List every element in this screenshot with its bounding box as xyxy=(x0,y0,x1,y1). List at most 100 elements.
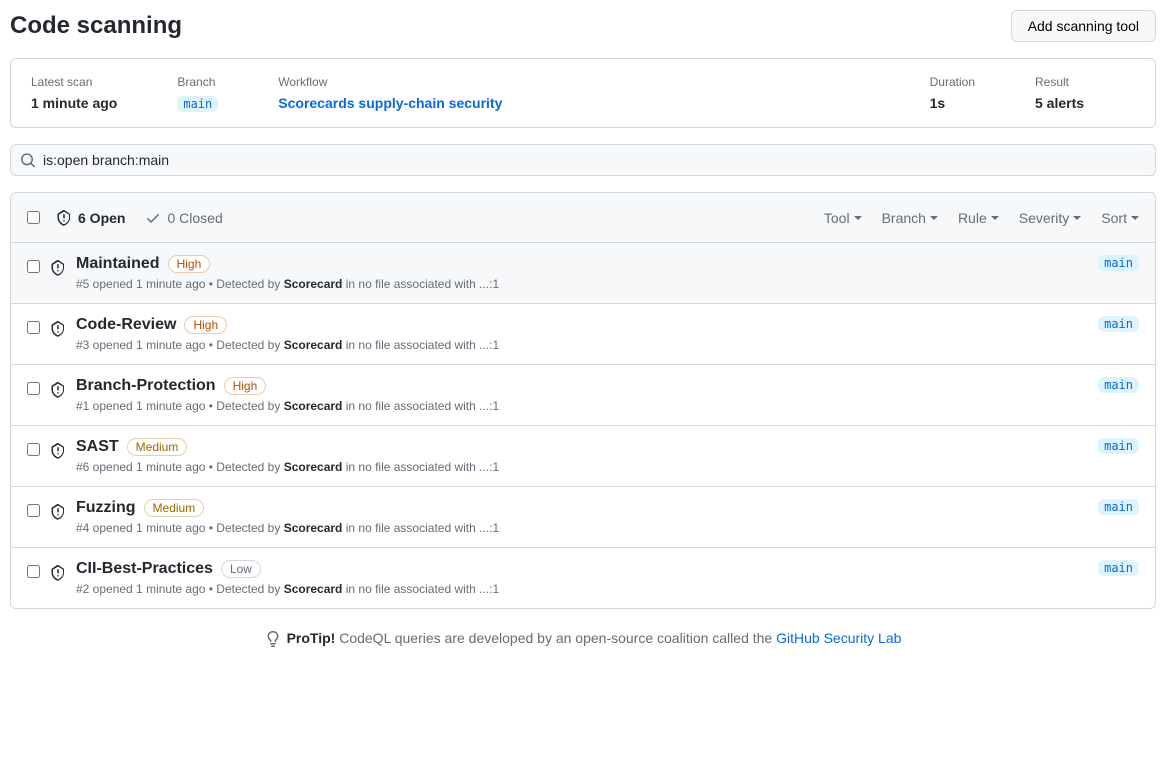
alert-branch-badge[interactable]: main xyxy=(1098,438,1139,454)
protip-text: CodeQL queries are developed by an open-… xyxy=(335,630,776,646)
list-header-left: 6 Open 0 Closed xyxy=(27,209,227,226)
caret-down-icon xyxy=(930,216,938,220)
severity-badge: Low xyxy=(221,560,261,578)
closed-tab[interactable]: 0 Closed xyxy=(141,209,226,226)
alert-row[interactable]: SAST Medium #6 opened 1 minute ago • Det… xyxy=(11,426,1155,487)
protip-link[interactable]: GitHub Security Lab xyxy=(776,630,901,646)
alert-meta: #6 opened 1 minute ago • Detected by Sco… xyxy=(76,460,1088,474)
shield-icon xyxy=(50,258,66,275)
shield-icon xyxy=(50,319,66,336)
alert-title-row: CII-Best-Practices Low xyxy=(76,560,1088,578)
alert-content: CII-Best-Practices Low #2 opened 1 minut… xyxy=(76,560,1088,596)
alert-row[interactable]: Maintained High #5 opened 1 minute ago •… xyxy=(11,243,1155,304)
alert-title-row: Code-Review High xyxy=(76,316,1088,334)
add-scanning-tool-button[interactable]: Add scanning tool xyxy=(1011,10,1156,42)
alert-title-row: Maintained High xyxy=(76,255,1088,273)
alert-checkbox[interactable] xyxy=(27,260,40,273)
alert-title[interactable]: SAST xyxy=(76,438,119,456)
closed-tab-label: 0 Closed xyxy=(167,210,222,226)
open-tab[interactable]: 6 Open xyxy=(52,209,129,226)
shield-alert-icon xyxy=(56,209,72,226)
workflow-link[interactable]: Scorecards supply-chain security xyxy=(278,95,869,111)
filter-branch[interactable]: Branch xyxy=(882,210,938,226)
alert-checkbox[interactable] xyxy=(27,382,40,395)
shield-icon xyxy=(50,380,66,397)
alert-checkbox[interactable] xyxy=(27,504,40,517)
alert-right: main xyxy=(1098,499,1139,515)
alert-branch-badge[interactable]: main xyxy=(1098,316,1139,332)
summary-workflow: Workflow Scorecards supply-chain securit… xyxy=(278,75,869,111)
duration-value: 1s xyxy=(930,95,975,111)
branch-value-badge[interactable]: main xyxy=(177,96,218,112)
alert-checkbox[interactable] xyxy=(27,321,40,334)
severity-badge: High xyxy=(184,316,227,334)
select-all-checkbox[interactable] xyxy=(27,211,40,224)
alert-branch-badge[interactable]: main xyxy=(1098,499,1139,515)
caret-down-icon xyxy=(854,216,862,220)
latest-scan-value: 1 minute ago xyxy=(31,95,117,111)
alerts-list: 6 Open 0 Closed Tool Branch Rule Severit… xyxy=(10,192,1156,609)
alert-right: main xyxy=(1098,316,1139,332)
alert-checkbox[interactable] xyxy=(27,565,40,578)
filter-rule[interactable]: Rule xyxy=(958,210,999,226)
filter-tool[interactable]: Tool xyxy=(824,210,862,226)
alert-row[interactable]: Branch-Protection High #1 opened 1 minut… xyxy=(11,365,1155,426)
page-header: Code scanning Add scanning tool xyxy=(10,10,1156,42)
alert-row[interactable]: Fuzzing Medium #4 opened 1 minute ago • … xyxy=(11,487,1155,548)
search-container xyxy=(10,144,1156,176)
workflow-label: Workflow xyxy=(278,75,869,89)
latest-scan-label: Latest scan xyxy=(31,75,117,89)
alert-content: SAST Medium #6 opened 1 minute ago • Det… xyxy=(76,438,1088,474)
alert-title[interactable]: Maintained xyxy=(76,255,160,273)
check-icon xyxy=(145,209,161,226)
severity-badge: Medium xyxy=(144,499,205,517)
alert-title[interactable]: Fuzzing xyxy=(76,499,136,517)
caret-down-icon xyxy=(1131,216,1139,220)
list-header-right: Tool Branch Rule Severity Sort xyxy=(824,210,1139,226)
caret-down-icon xyxy=(1073,216,1081,220)
alert-right: main xyxy=(1098,438,1139,454)
alert-row[interactable]: CII-Best-Practices Low #2 opened 1 minut… xyxy=(11,548,1155,608)
duration-label: Duration xyxy=(930,75,975,89)
scan-summary: Latest scan 1 minute ago Branch main Wor… xyxy=(10,58,1156,128)
alert-title-row: SAST Medium xyxy=(76,438,1088,456)
alert-meta: #3 opened 1 minute ago • Detected by Sco… xyxy=(76,338,1088,352)
caret-down-icon xyxy=(991,216,999,220)
alert-content: Branch-Protection High #1 opened 1 minut… xyxy=(76,377,1088,413)
open-tab-label: 6 Open xyxy=(78,210,125,226)
result-value: 5 alerts xyxy=(1035,95,1135,111)
shield-icon xyxy=(50,502,66,519)
alert-row[interactable]: Code-Review High #3 opened 1 minute ago … xyxy=(11,304,1155,365)
alert-branch-badge[interactable]: main xyxy=(1098,560,1139,576)
result-label: Result xyxy=(1035,75,1135,89)
severity-badge: High xyxy=(224,377,267,395)
lightbulb-icon xyxy=(265,629,281,646)
shield-icon xyxy=(50,563,66,580)
filter-sort[interactable]: Sort xyxy=(1101,210,1139,226)
alert-meta: #5 opened 1 minute ago • Detected by Sco… xyxy=(76,277,1088,291)
alert-title-row: Fuzzing Medium xyxy=(76,499,1088,517)
filter-severity[interactable]: Severity xyxy=(1019,210,1082,226)
alert-checkbox[interactable] xyxy=(27,443,40,456)
summary-result: Result 5 alerts xyxy=(1035,75,1135,111)
alert-branch-badge[interactable]: main xyxy=(1098,255,1139,271)
shield-icon xyxy=(50,441,66,458)
alert-meta: #2 opened 1 minute ago • Detected by Sco… xyxy=(76,582,1088,596)
summary-latest-scan: Latest scan 1 minute ago xyxy=(31,75,117,111)
alert-title-row: Branch-Protection High xyxy=(76,377,1088,395)
list-header: 6 Open 0 Closed Tool Branch Rule Severit… xyxy=(11,193,1155,243)
alert-right: main xyxy=(1098,377,1139,393)
alert-title[interactable]: Code-Review xyxy=(76,316,176,334)
search-input[interactable] xyxy=(10,144,1156,176)
alert-meta: #1 opened 1 minute ago • Detected by Sco… xyxy=(76,399,1088,413)
alert-title[interactable]: CII-Best-Practices xyxy=(76,560,213,578)
severity-badge: High xyxy=(168,255,211,273)
alert-title[interactable]: Branch-Protection xyxy=(76,377,216,395)
alert-right: main xyxy=(1098,560,1139,576)
protip: ProTip! CodeQL queries are developed by … xyxy=(10,629,1156,646)
alert-branch-badge[interactable]: main xyxy=(1098,377,1139,393)
alert-content: Fuzzing Medium #4 opened 1 minute ago • … xyxy=(76,499,1088,535)
alert-right: main xyxy=(1098,255,1139,271)
severity-badge: Medium xyxy=(127,438,188,456)
alert-meta: #4 opened 1 minute ago • Detected by Sco… xyxy=(76,521,1088,535)
